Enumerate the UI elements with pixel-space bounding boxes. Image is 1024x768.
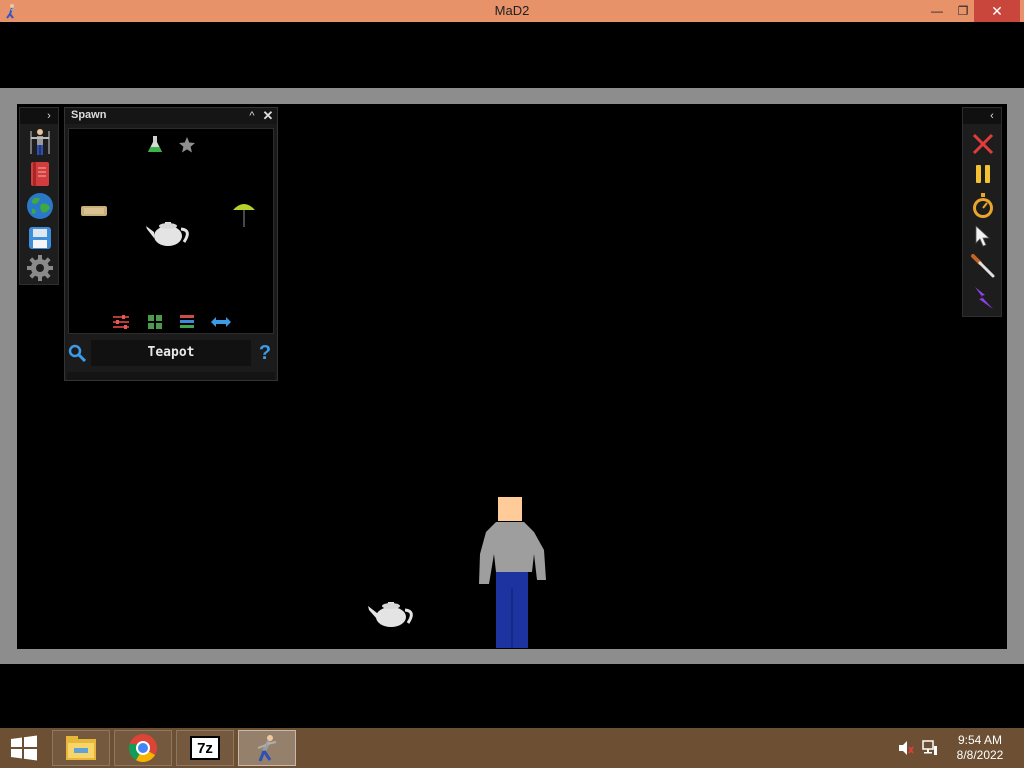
selected-item-field[interactable]: Teapot xyxy=(91,340,251,366)
taskbar-chrome[interactable] xyxy=(114,730,172,766)
close-panel-button[interactable]: ✕ xyxy=(261,108,275,124)
taskbar-file-explorer[interactable] xyxy=(52,730,110,766)
window-titlebar[interactable]: MaD2 — ❐ ✕ xyxy=(0,0,1024,22)
star-icon[interactable] xyxy=(177,135,197,155)
right-toolbar-header: ‹ xyxy=(963,108,1001,124)
7zip-icon: 7z xyxy=(190,736,220,760)
ragdoll-human[interactable] xyxy=(476,496,550,648)
collapse-toolbar-button[interactable]: ‹ xyxy=(985,109,999,123)
expand-toolbar-button[interactable]: › xyxy=(42,109,56,123)
scene-teapot[interactable] xyxy=(366,596,418,630)
human-icon[interactable] xyxy=(26,128,54,156)
spawn-panel-header[interactable]: Spawn ^ ✕ xyxy=(65,108,277,124)
flask-icon[interactable] xyxy=(145,135,165,155)
search-icon[interactable] xyxy=(68,344,86,362)
globe-icon[interactable] xyxy=(26,192,54,220)
volume-muted-icon[interactable] xyxy=(898,740,914,756)
clock-date: 8/8/2022 xyxy=(956,748,1004,762)
umbrella-icon[interactable] xyxy=(231,199,257,229)
left-toolbar-header: › xyxy=(20,108,58,124)
ragdoll-head xyxy=(498,497,522,521)
ragdoll-left-leg xyxy=(496,572,512,648)
taskbar-mad2[interactable] xyxy=(238,730,296,766)
ragdoll-right-leg xyxy=(512,572,528,648)
spawn-panel-footer xyxy=(67,372,275,380)
left-toolbar: › xyxy=(19,107,59,285)
spawn-item-grid xyxy=(68,128,274,334)
save-disk-icon[interactable] xyxy=(26,224,54,252)
clock-time: 9:54 AM xyxy=(957,733,1003,747)
list-icon[interactable] xyxy=(177,313,197,331)
system-clock[interactable]: 9:54 AM 8/8/2022 xyxy=(946,733,1014,763)
windows-logo-icon xyxy=(11,735,37,761)
chrome-icon xyxy=(128,734,157,762)
network-icon[interactable] xyxy=(922,740,938,756)
window-title: MaD2 xyxy=(494,3,530,18)
lightning-icon[interactable] xyxy=(969,284,997,312)
sliders-icon[interactable] xyxy=(111,313,131,331)
spawn-panel: Spawn ^ ✕ Teapot ? xyxy=(64,107,278,381)
swap-arrows-icon[interactable] xyxy=(209,313,233,331)
close-button[interactable]: ✕ xyxy=(974,0,1020,22)
notebook-icon[interactable] xyxy=(26,160,54,188)
taskbar-7zip[interactable]: 7z xyxy=(176,730,234,766)
help-icon[interactable]: ? xyxy=(257,342,273,364)
7zip-label: 7z xyxy=(197,739,213,757)
taskbar: 7z 9:54 AM 8/8/2022 xyxy=(0,728,1024,768)
collapse-panel-button[interactable]: ^ xyxy=(245,108,259,124)
settings-gear-icon[interactable] xyxy=(26,254,54,282)
teapot-icon[interactable] xyxy=(145,215,195,249)
knife-icon[interactable] xyxy=(969,252,997,280)
start-button[interactable] xyxy=(0,728,48,768)
stopwatch-icon[interactable] xyxy=(969,192,997,220)
spawn-search-bar: Teapot ? xyxy=(65,338,277,368)
desktop: MaD2 — ❐ ✕ › Spawn ^ ✕ Teapot ? ‹ 7z 9:5… xyxy=(0,0,1024,768)
right-toolbar: ‹ xyxy=(962,107,1002,317)
mad2-app-icon xyxy=(257,735,277,762)
pause-icon[interactable] xyxy=(969,160,997,188)
bread-icon[interactable] xyxy=(79,201,109,221)
spawn-panel-title: Spawn xyxy=(71,109,107,121)
cursor-icon[interactable] xyxy=(969,222,997,250)
grid-icon[interactable] xyxy=(145,313,165,331)
delete-x-icon[interactable] xyxy=(969,130,997,158)
file-explorer-icon xyxy=(66,736,96,760)
